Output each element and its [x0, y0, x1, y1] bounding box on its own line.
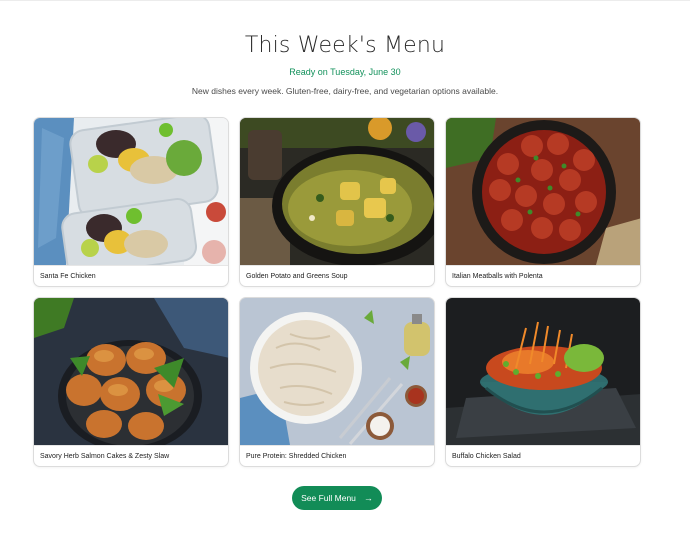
menu-item-name: Buffalo Chicken Salad	[446, 445, 640, 466]
ready-date: Ready on Tuesday, June 30	[289, 67, 401, 77]
meatballs-pan-photo	[446, 118, 640, 265]
menu-item-name: Santa Fe Chicken	[34, 265, 228, 286]
buffalo-chicken-salad-photo	[446, 298, 640, 445]
menu-description: New dishes every week. Gluten-free, dair…	[191, 86, 499, 96]
menu-grid: Santa Fe Chicken Golden Potato and Green…	[33, 117, 641, 467]
menu-card[interactable]: Pure Protein: Shredded Chicken	[239, 297, 435, 467]
menu-card[interactable]: Buffalo Chicken Salad	[445, 297, 641, 467]
menu-item-name: Golden Potato and Greens Soup	[240, 265, 434, 286]
menu-item-name: Italian Meatballs with Polenta	[446, 265, 640, 286]
menu-card[interactable]: Italian Meatballs with Polenta	[445, 117, 641, 287]
meal-prep-containers-photo	[34, 118, 228, 265]
arrow-right-icon: →	[363, 492, 373, 503]
menu-item-name: Pure Protein: Shredded Chicken	[240, 445, 434, 466]
see-full-menu-label: See Full Menu	[301, 493, 356, 503]
see-full-menu-button[interactable]: See Full Menu →	[292, 486, 382, 510]
shredded-chicken-bowl-photo	[240, 298, 434, 445]
top-divider	[0, 0, 690, 1]
salmon-cakes-photo	[34, 298, 228, 445]
menu-card[interactable]: Savory Herb Salmon Cakes & Zesty Slaw	[33, 297, 229, 467]
menu-card[interactable]: Golden Potato and Greens Soup	[239, 117, 435, 287]
page-title: This Week's Menu	[244, 33, 446, 58]
menu-item-name: Savory Herb Salmon Cakes & Zesty Slaw	[34, 445, 228, 466]
menu-header: This Week's Menu Ready on Tuesday, June …	[0, 0, 690, 96]
menu-card[interactable]: Santa Fe Chicken	[33, 117, 229, 287]
potato-greens-soup-photo	[240, 118, 434, 265]
